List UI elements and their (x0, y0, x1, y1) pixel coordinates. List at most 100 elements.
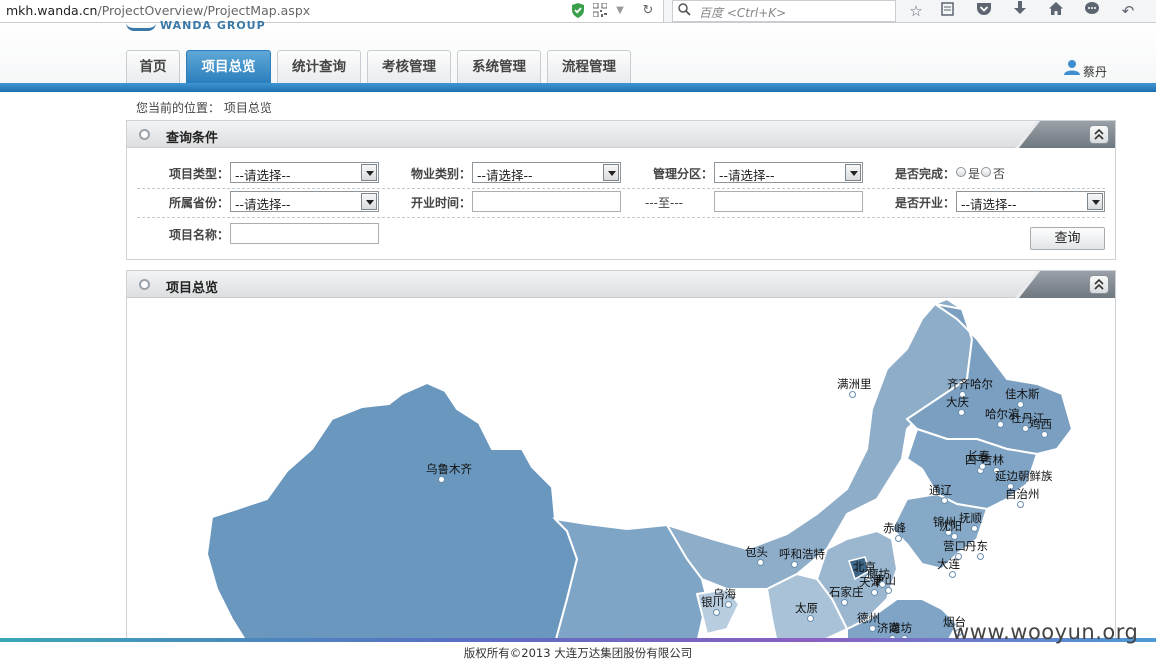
district-value: --请选择-- (719, 168, 775, 183)
city-label: 满洲里 (837, 377, 872, 391)
city-dot-icon[interactable] (807, 615, 814, 622)
chevron-down-icon[interactable] (361, 193, 377, 210)
city-dot-icon[interactable] (725, 601, 732, 608)
city-dot-icon[interactable] (1041, 431, 1048, 438)
completed-no-radio[interactable] (981, 167, 991, 177)
bookmark-star-icon[interactable]: ☆ (906, 1, 926, 21)
tab-system[interactable]: 系统管理 (457, 50, 541, 83)
property-type-select[interactable]: --请选择-- (472, 162, 621, 183)
query-button[interactable]: 查询 (1030, 227, 1105, 250)
query-panel-title: 查询条件 (166, 131, 219, 146)
project-name-input[interactable] (230, 223, 379, 244)
city-dot-icon[interactable] (849, 391, 856, 398)
site-header: WANDA GROUP 首页 项目总览 统计查询 考核管理 系统管理 流程管理 … (0, 19, 1156, 83)
open-time-start-input[interactable] (472, 191, 621, 212)
tab-workflow[interactable]: 流程管理 (547, 50, 631, 83)
search-box[interactable]: 百度 <Ctrl+K> (672, 0, 896, 22)
city-dot-icon[interactable] (791, 561, 798, 568)
city-dot-icon[interactable] (895, 535, 902, 542)
city-dot-icon[interactable] (879, 581, 886, 588)
home-icon[interactable] (1046, 1, 1066, 21)
city-dot-icon[interactable] (997, 421, 1004, 428)
city-dot-icon[interactable] (979, 463, 986, 470)
user-name[interactable]: 蔡丹 (1083, 63, 1107, 80)
city-label: 廊坊 (867, 567, 890, 581)
city-dot-icon[interactable] (869, 625, 876, 632)
city-dot-icon[interactable] (958, 409, 965, 416)
opened-select[interactable]: --请选择-- (956, 191, 1105, 212)
city-label: 沈阳 (939, 519, 962, 533)
city-dot-icon[interactable] (949, 571, 956, 578)
tab-statistics[interactable]: 统计查询 (277, 50, 361, 83)
completed-yes-label: 是 (968, 167, 981, 181)
completed-label: 是否完成： (895, 167, 956, 181)
reading-list-icon[interactable] (937, 1, 957, 21)
city-label: 潍坊 (889, 621, 912, 635)
row-divider (137, 217, 1105, 218)
query-panel: 查询条件 项目类型： --请选择-- 物业类别： --请选择-- 管理分区： -… (126, 120, 1116, 260)
opened-label: 是否开业： (895, 196, 956, 210)
qr-code-icon[interactable] (592, 2, 608, 19)
region-xinjiang (205, 381, 579, 643)
city-dot-icon[interactable] (1017, 501, 1024, 508)
city-dot-icon[interactable] (841, 599, 848, 606)
pocket-icon[interactable] (974, 1, 994, 21)
city-dot-icon[interactable] (871, 589, 878, 596)
chevron-down-icon[interactable] (603, 164, 619, 181)
tab-home[interactable]: 首页 (126, 50, 180, 83)
city-label: 自治州 (1005, 487, 1040, 501)
district-select[interactable]: --请选择-- (714, 162, 863, 183)
property-type-label: 物业类别： (411, 167, 472, 181)
city-dot-icon[interactable] (941, 497, 948, 504)
chevron-down-icon[interactable] (845, 164, 861, 181)
province-label: 所属省份： (169, 196, 230, 210)
open-time-end-input[interactable] (714, 191, 863, 212)
city-dot-icon[interactable] (713, 609, 720, 616)
tab-assessment[interactable]: 考核管理 (367, 50, 451, 83)
city-label: 佳木斯 (1005, 387, 1040, 401)
city-label: 长春 (967, 449, 990, 463)
project-type-select[interactable]: --请选择-- (230, 162, 379, 183)
project-type-value: --请选择-- (235, 168, 291, 183)
row-divider (137, 188, 1105, 189)
watermark: www.wooyun.org (952, 620, 1139, 644)
chevron-down-icon[interactable] (1087, 193, 1103, 210)
opened-value: --请选择-- (961, 197, 1017, 212)
url-text: mkh.wanda.cn/ProjectOverview/ProjectMap.… (6, 3, 311, 18)
chevron-down-icon[interactable] (361, 164, 377, 181)
chat-icon[interactable] (1082, 1, 1102, 21)
city-dot-icon[interactable] (438, 476, 445, 483)
footer-copyright: 版权所有©2013 大连万达集团股份有限公司 (0, 642, 1156, 662)
city-dot-icon[interactable] (971, 525, 978, 532)
open-time-label: 开业时间： (411, 196, 472, 210)
query-panel-header: 查询条件 (127, 121, 1115, 148)
city-label: 营口 (943, 539, 966, 553)
city-dot-icon[interactable] (757, 559, 764, 566)
breadcrumb: 您当前的位置： 项目总览 (136, 101, 272, 115)
property-type-value: --请选择-- (477, 168, 533, 183)
url-bar[interactable]: mkh.wanda.cn/ProjectOverview/ProjectMap.… (0, 0, 664, 22)
project-type-label: 项目类型： (169, 167, 230, 181)
logo-swoosh-icon (126, 23, 156, 31)
shield-check-icon[interactable] (570, 3, 586, 19)
province-select[interactable]: --请选择-- (230, 191, 379, 212)
city-label: 抚顺 (959, 511, 982, 525)
logo-text: WANDA GROUP (160, 19, 266, 31)
tab-project-overview[interactable]: 项目总览 (186, 50, 271, 83)
city-label: 通辽 (929, 483, 952, 497)
china-map[interactable]: 乌鲁木齐 满洲里 齐齐哈尔 大庆 佳木斯 哈尔滨 牡丹江 鸡西 四平 吉林 长春 延边朝鲜族 自治州 通辽… (127, 299, 1115, 643)
city-dot-icon[interactable] (885, 587, 892, 594)
city-dot-icon[interactable] (977, 553, 984, 560)
completed-yes-radio[interactable] (956, 167, 966, 177)
reload-icon[interactable]: ↻ (640, 3, 656, 19)
city-dot-icon[interactable] (1022, 425, 1029, 432)
city-label: 鸡西 (1029, 417, 1052, 431)
dropdown-arrow-icon[interactable]: ▼ (612, 3, 628, 19)
download-icon[interactable] (1010, 1, 1030, 21)
collapse-button[interactable] (1089, 125, 1109, 144)
search-icon (678, 3, 691, 20)
collapse-button[interactable] (1089, 275, 1109, 294)
city-label: 银川 (701, 595, 724, 609)
undo-icon[interactable]: ↶ (1118, 1, 1138, 21)
city-label: 丹东 (965, 539, 988, 553)
